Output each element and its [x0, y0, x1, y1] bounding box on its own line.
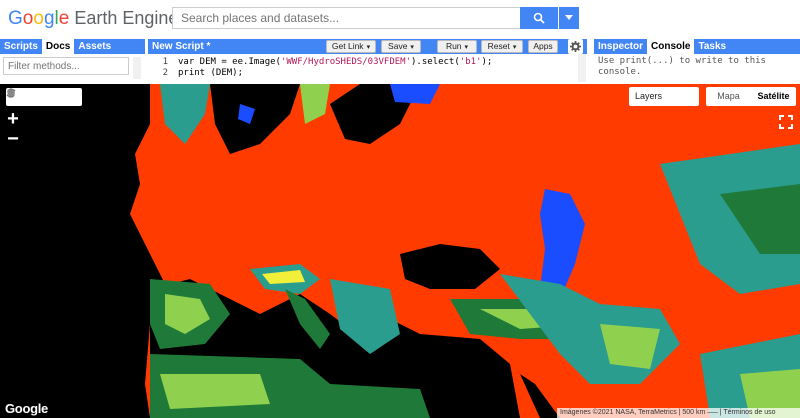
tab-console[interactable]: Console — [647, 39, 695, 54]
get-link-button[interactable]: Get Link ▾ — [326, 40, 376, 53]
search-icon — [533, 12, 545, 24]
apps-button[interactable]: Apps — [528, 40, 558, 53]
chevron-down-icon — [565, 15, 573, 20]
search-input[interactable] — [172, 7, 520, 29]
code-line: 2 print (DEM); — [148, 67, 587, 79]
docs-scrollbar[interactable] — [133, 57, 141, 79]
filter-methods-input[interactable] — [3, 57, 129, 75]
reset-label: Reset — [487, 41, 510, 51]
polygon-tool[interactable] — [7, 89, 65, 103]
code-segment: print (DEM); — [178, 68, 244, 78]
chevron-down-icon: ▾ — [464, 44, 469, 51]
fullscreen-icon — [779, 115, 793, 129]
tab-assets[interactable]: Assets — [74, 39, 115, 54]
zoom-out-button[interactable]: − — [4, 129, 22, 149]
google-earth-engine-logo[interactable]: Google Earth Engine — [8, 8, 178, 30]
apps-label: Apps — [533, 41, 553, 51]
run-label: Run — [445, 41, 462, 51]
logo-letter: e — [58, 8, 70, 29]
map-type-control: Mapa Satélite — [706, 87, 796, 106]
rectangle-icon — [7, 89, 15, 97]
logo-letter: G — [8, 8, 23, 29]
drawing-tools — [6, 88, 82, 106]
code-segment: var DEM = ee.Image( — [178, 57, 281, 67]
code-segment: ).select( — [411, 57, 460, 67]
logo-letter: g — [43, 8, 55, 29]
logo-letter: o — [22, 8, 34, 29]
layers-button[interactable]: Layers — [629, 87, 699, 106]
code-text: print (DEM); — [178, 67, 243, 79]
tab-tasks[interactable]: Tasks — [694, 39, 730, 54]
run-button[interactable]: Run ▾ — [437, 40, 477, 53]
earth-engine-app: Google Earth Engine Scripts Docs Assets … — [0, 0, 800, 418]
elevation-map-image — [0, 84, 800, 418]
save-label: Save — [388, 41, 408, 51]
search-options-button[interactable] — [559, 7, 579, 29]
editor-scrollbar[interactable] — [578, 54, 586, 82]
line-number: 2 — [162, 68, 168, 78]
line-tool[interactable] — [6, 89, 50, 103]
save-button[interactable]: Save ▾ — [381, 40, 421, 53]
google-logo: Google — [5, 401, 48, 416]
marker-tool[interactable] — [8, 88, 35, 103]
tab-inspector[interactable]: Inspector — [594, 39, 647, 54]
map-type-satellite[interactable]: Satélite — [751, 87, 796, 106]
code-string: 'WWF/HydroSHEDS/03VFDEM' — [280, 57, 411, 67]
map-type-map[interactable]: Mapa — [706, 87, 751, 106]
script-title[interactable]: New Script * — [152, 39, 210, 54]
chevron-down-icon: ▾ — [512, 44, 517, 51]
code-string: 'b1' — [459, 57, 482, 67]
code-editor[interactable]: 1 var DEM = ee.Image('WWF/HydroSHEDS/03V… — [148, 54, 587, 82]
search-button[interactable] — [520, 7, 558, 29]
map-attribution[interactable]: Imágenes ©2021 NASA, TerraMetrics | 500 … — [557, 408, 800, 418]
header: Google Earth Engine — [0, 0, 800, 38]
tab-docs[interactable]: Docs — [41, 39, 75, 54]
left-panel-tabs: Scripts Docs Assets — [0, 39, 145, 54]
map-canvas[interactable]: + − Layers Mapa Satélite Google Imágenes… — [0, 84, 800, 418]
logo-text: Earth Engine — [69, 8, 179, 28]
docs-panel — [0, 54, 145, 82]
settings-button[interactable] — [568, 39, 583, 54]
logo-letter: o — [33, 8, 44, 29]
fullscreen-button[interactable] — [778, 114, 794, 130]
chevron-down-icon: ▾ — [366, 44, 371, 51]
get-link-label: Get Link — [331, 41, 364, 51]
rectangle-tool[interactable] — [7, 89, 80, 103]
reset-button[interactable]: Reset ▾ — [481, 40, 523, 53]
tab-scripts[interactable]: Scripts — [0, 39, 42, 54]
editor-toolbar: New Script * Get Link ▾ Save ▾ Run ▾ Reset ▾… — [148, 39, 587, 54]
chevron-down-icon: ▾ — [410, 44, 414, 51]
zoom-in-button[interactable]: + — [4, 109, 22, 129]
code-segment: ); — [481, 57, 493, 67]
gear-icon — [570, 41, 581, 52]
console-output: Use print(...) to write to this console. — [594, 54, 800, 82]
right-panel-tabs: Inspector Console Tasks — [594, 39, 800, 54]
